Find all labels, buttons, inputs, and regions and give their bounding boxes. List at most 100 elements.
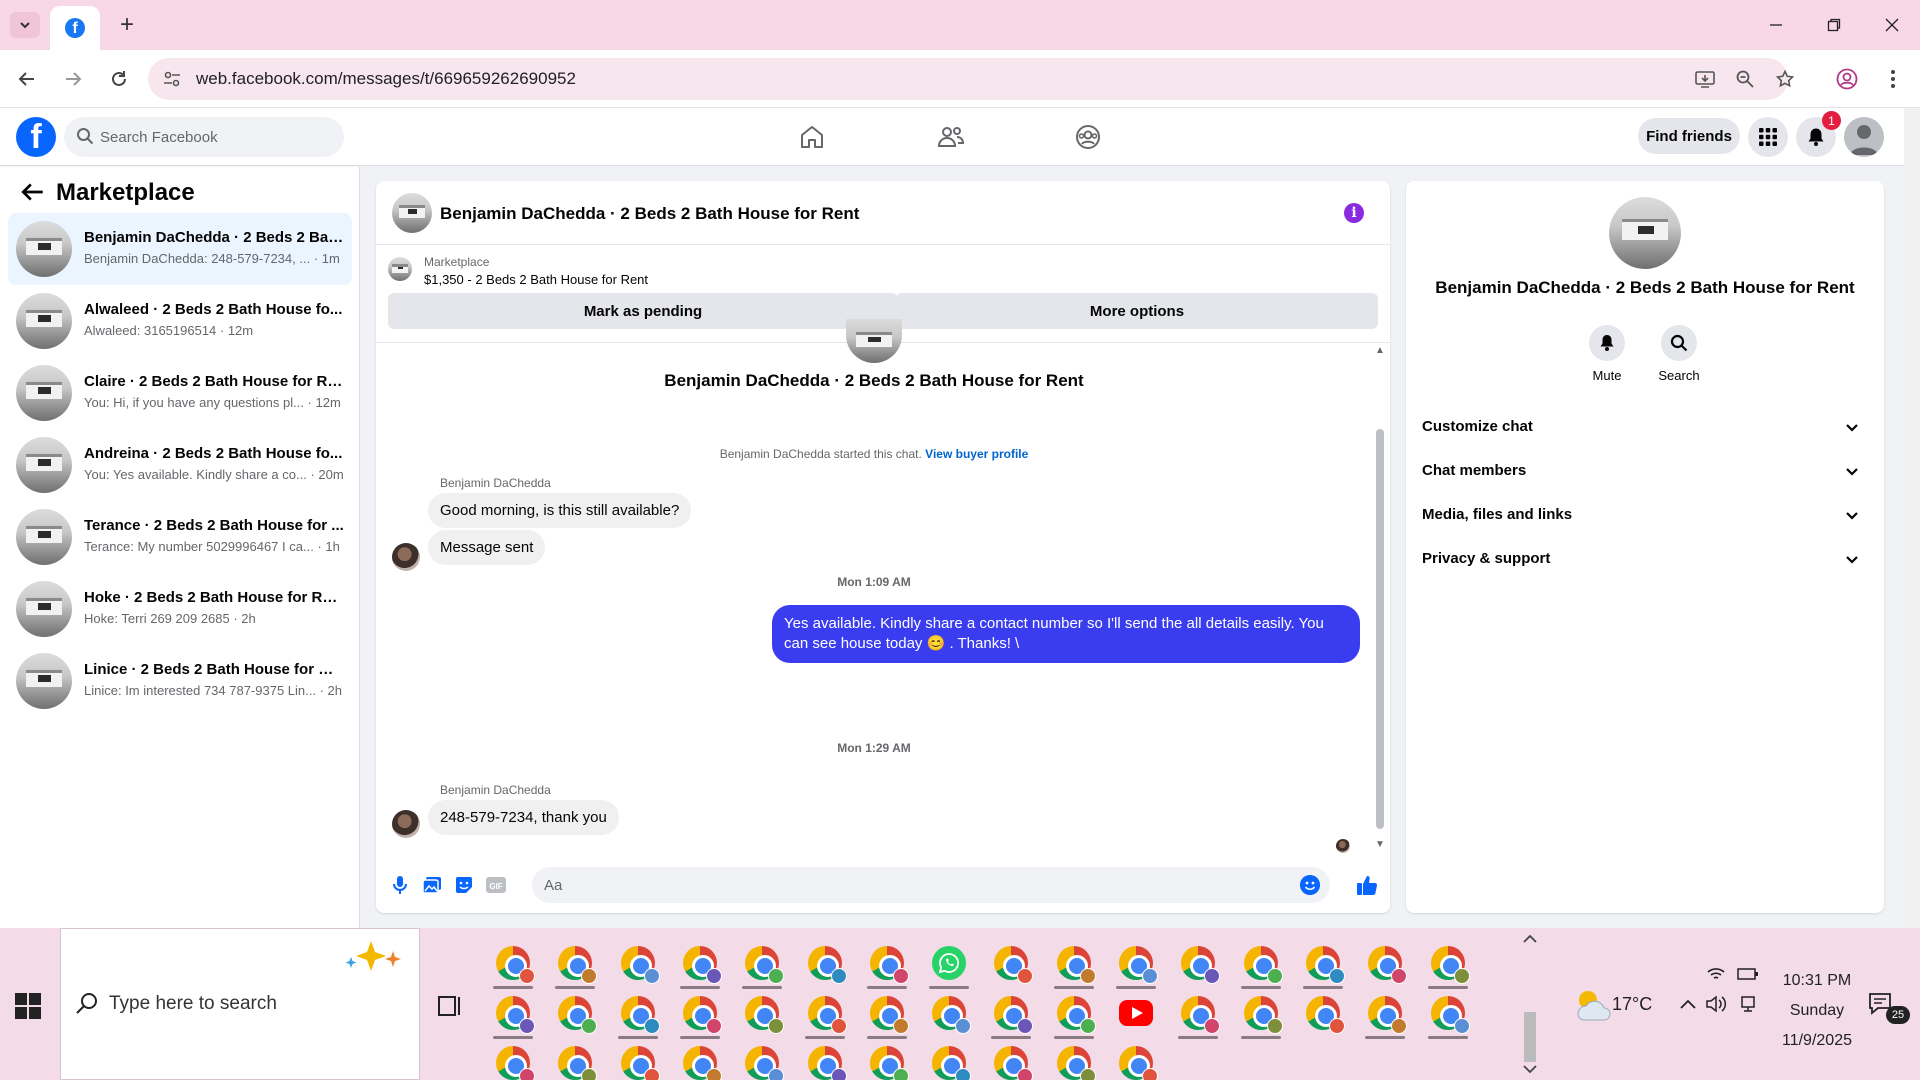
- conversation-item[interactable]: Andreina · 2 Beds 2 Bath House fo... You…: [8, 429, 352, 501]
- search-in-chat-button[interactable]: Search: [1649, 325, 1709, 383]
- chevron-up-icon[interactable]: [1676, 992, 1700, 1016]
- like-thumbs-up-icon[interactable]: [1354, 873, 1380, 897]
- chrome-profile-icon[interactable]: [1306, 996, 1345, 1034]
- install-app-icon[interactable]: [1692, 67, 1718, 91]
- listing-info[interactable]: $1,350 - 2 Beds 2 Bath House for Rent: [424, 272, 648, 287]
- browser-tab-facebook[interactable]: f: [50, 6, 100, 50]
- chrome-profile-icon[interactable]: [932, 996, 971, 1034]
- chrome-profile-icon[interactable]: [870, 996, 909, 1034]
- chrome-profile-icon[interactable]: [745, 946, 784, 984]
- chrome-profile-icon[interactable]: [808, 946, 847, 984]
- conversation-item[interactable]: Hoke · 2 Beds 2 Bath House for Rent Hoke…: [8, 573, 352, 645]
- chrome-profile-icon[interactable]: [621, 996, 660, 1034]
- back-arrow-icon[interactable]: [20, 179, 46, 205]
- chrome-profile-icon[interactable]: [558, 946, 597, 984]
- mute-button[interactable]: Mute: [1577, 325, 1637, 383]
- menu-button[interactable]: [1748, 117, 1788, 157]
- chrome-profile-icon[interactable]: [1306, 946, 1345, 984]
- volume-icon[interactable]: [1704, 992, 1728, 1016]
- incoming-message[interactable]: 248-579-7234, thank you: [428, 800, 619, 835]
- microphone-icon[interactable]: [388, 873, 412, 897]
- gif-icon[interactable]: GIF: [484, 873, 508, 897]
- chrome-profile-icon[interactable]: [1119, 946, 1158, 984]
- incoming-message[interactable]: Good morning, is this still available?: [428, 493, 692, 528]
- chrome-profile-icon[interactable]: [621, 1046, 660, 1080]
- system-clock[interactable]: 10:31 PM Sunday 11/9/2025: [1762, 966, 1872, 1056]
- chrome-profile-icon[interactable]: [621, 946, 660, 984]
- sticker-icon[interactable]: [452, 873, 476, 897]
- outgoing-message[interactable]: Yes available. Kindly share a contact nu…: [772, 605, 1360, 663]
- chrome-profile-icon[interactable]: [496, 996, 535, 1034]
- forward-button[interactable]: [58, 64, 88, 94]
- back-button[interactable]: [12, 64, 42, 94]
- chrome-profile-icon[interactable]: [994, 946, 1033, 984]
- chrome-profile-icon[interactable]: [1181, 946, 1220, 984]
- nav-friends[interactable]: [896, 114, 1006, 160]
- media-files-links-row[interactable]: Media, files and links: [1414, 493, 1876, 537]
- chrome-profile-icon[interactable]: [1244, 946, 1283, 984]
- chrome-profile-icon[interactable]: [1431, 946, 1470, 984]
- chrome-profile-icon[interactable]: [1368, 996, 1407, 1034]
- chrome-profile-icon[interactable]: [496, 946, 535, 984]
- view-buyer-profile-link[interactable]: View buyer profile: [925, 447, 1028, 461]
- sender-avatar[interactable]: [392, 543, 420, 571]
- chrome-profile-icon[interactable]: [558, 1046, 597, 1080]
- chat-scrollbar[interactable]: ▲ ▼: [1372, 343, 1388, 855]
- mark-as-pending-button[interactable]: Mark as pending: [388, 293, 898, 329]
- chrome-profile-icon[interactable]: [870, 946, 909, 984]
- chrome-profile-icon[interactable]: [683, 946, 722, 984]
- new-tab-button[interactable]: +: [112, 10, 142, 40]
- message-thread[interactable]: Benjamin DaChedda · 2 Beds 2 Bath House …: [376, 319, 1390, 855]
- info-icon[interactable]: i: [1344, 203, 1364, 223]
- chrome-profile-icon[interactable]: [558, 996, 597, 1034]
- chrome-profile-icon[interactable]: [496, 1046, 535, 1080]
- conversation-item[interactable]: Alwaleed · 2 Beds 2 Bath House fo... Alw…: [8, 285, 352, 357]
- scrollbar-thumb[interactable]: [1376, 429, 1384, 829]
- chrome-profile-icon[interactable]: [1119, 1046, 1158, 1080]
- close-window-button[interactable]: [1864, 0, 1920, 50]
- whatsapp-icon[interactable]: [932, 946, 966, 980]
- account-avatar[interactable]: [1844, 117, 1884, 157]
- facebook-search-box[interactable]: [64, 117, 344, 157]
- youtube-icon[interactable]: [1119, 1000, 1153, 1026]
- chrome-profile-icon[interactable]: [745, 1046, 784, 1080]
- task-view-icon[interactable]: [436, 992, 464, 1020]
- chrome-profile-icon[interactable]: [808, 1046, 847, 1080]
- customize-chat-row[interactable]: Customize chat: [1414, 405, 1876, 449]
- wifi-icon[interactable]: [1704, 962, 1728, 986]
- chrome-profile-icon[interactable]: [994, 1046, 1033, 1080]
- profile-icon[interactable]: [1832, 64, 1862, 94]
- chat-header-thumbnail[interactable]: [392, 193, 432, 233]
- privacy-support-row[interactable]: Privacy & support: [1414, 537, 1876, 581]
- scroll-up-arrow-icon[interactable]: ▲: [1374, 345, 1386, 357]
- battery-icon[interactable]: [1736, 962, 1760, 986]
- chrome-profile-icon[interactable]: [683, 1046, 722, 1080]
- taskbar-scroll[interactable]: [1516, 928, 1544, 1080]
- sender-avatar[interactable]: [392, 810, 420, 838]
- restore-button[interactable]: [1806, 0, 1862, 50]
- facebook-search-input[interactable]: [100, 117, 330, 157]
- photo-icon[interactable]: [420, 873, 444, 897]
- nav-groups[interactable]: [1033, 114, 1143, 160]
- find-friends-button[interactable]: Find friends: [1638, 118, 1740, 154]
- url-text[interactable]: web.facebook.com/messages/t/669659262690…: [196, 69, 576, 89]
- chat-members-row[interactable]: Chat members: [1414, 449, 1876, 493]
- chrome-profile-icon[interactable]: [870, 1046, 909, 1080]
- message-input-box[interactable]: [532, 867, 1330, 903]
- chrome-profile-icon[interactable]: [1181, 996, 1220, 1034]
- chrome-profile-icon[interactable]: [808, 996, 847, 1034]
- windows-start-icon[interactable]: [14, 992, 42, 1020]
- conversation-item[interactable]: Claire · 2 Beds 2 Bath House for Re... Y…: [8, 357, 352, 429]
- conversation-item[interactable]: Linice · 2 Beds 2 Bath House for Re... L…: [8, 645, 352, 717]
- chrome-profile-icon[interactable]: [745, 996, 784, 1034]
- message-input[interactable]: [544, 867, 1284, 903]
- temperature[interactable]: 17°C: [1612, 994, 1652, 1015]
- chrome-profile-icon[interactable]: [1244, 996, 1283, 1034]
- chat-header-title[interactable]: Benjamin DaChedda · 2 Beds 2 Bath House …: [440, 204, 859, 224]
- network-icon[interactable]: [1736, 992, 1760, 1016]
- facebook-logo[interactable]: f: [16, 117, 56, 157]
- scroll-down-arrow-icon[interactable]: ▼: [1374, 839, 1386, 851]
- emoji-icon[interactable]: [1300, 875, 1320, 895]
- nav-home[interactable]: [757, 114, 867, 160]
- chrome-profile-icon[interactable]: [683, 996, 722, 1034]
